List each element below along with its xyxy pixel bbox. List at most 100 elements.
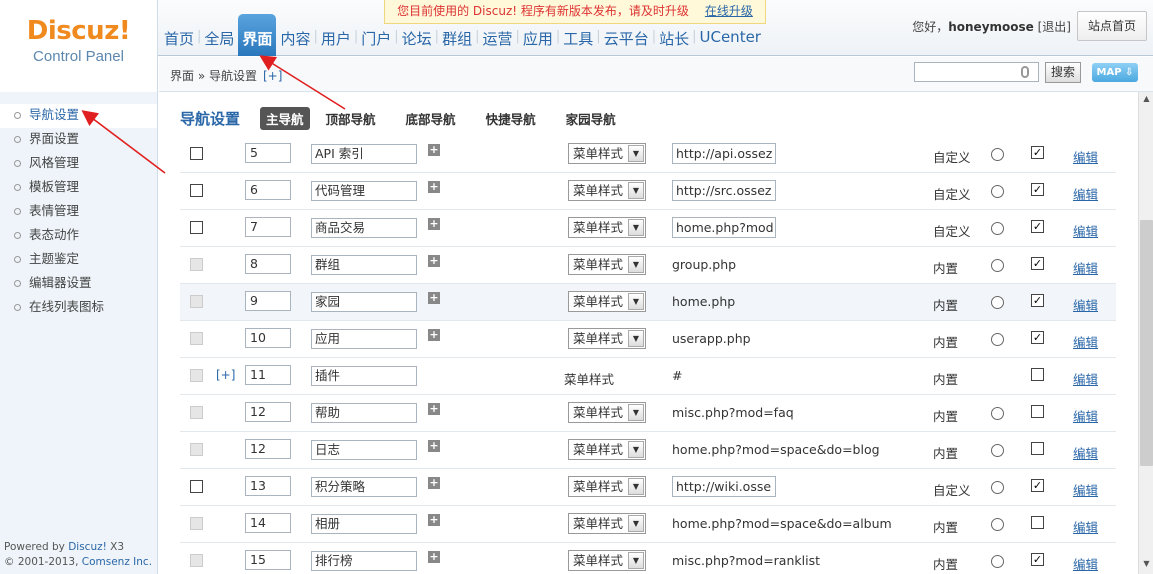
enable-checkbox[interactable]: [1031, 442, 1044, 455]
enable-checkbox[interactable]: ✓: [1031, 553, 1044, 566]
scroll-thumb[interactable]: [1140, 220, 1153, 466]
add-child-icon[interactable]: +: [428, 514, 440, 526]
top-nav-item-1[interactable]: 全局: [202, 20, 236, 56]
style-select[interactable]: 菜单样式 ▼: [568, 217, 646, 238]
edit-link[interactable]: 编辑: [1073, 369, 1098, 388]
edit-link[interactable]: 编辑: [1073, 184, 1098, 203]
default-radio[interactable]: [991, 518, 1004, 531]
edit-link[interactable]: 编辑: [1073, 258, 1098, 277]
default-radio[interactable]: [991, 481, 1004, 494]
sidebar-item-2[interactable]: 风格管理: [0, 152, 157, 176]
style-select[interactable]: 菜单样式 ▼: [568, 550, 646, 571]
enable-checkbox[interactable]: ✓: [1031, 479, 1044, 492]
top-nav-item-5[interactable]: 门户: [359, 20, 393, 56]
top-nav-item-9[interactable]: 应用: [521, 20, 555, 56]
chevron-down-icon[interactable]: ▼: [628, 404, 644, 421]
style-select[interactable]: 菜单样式 ▼: [568, 402, 646, 423]
order-input[interactable]: 15: [245, 550, 291, 570]
name-input[interactable]: 积分策略: [311, 477, 417, 497]
edit-link[interactable]: 编辑: [1073, 480, 1098, 499]
top-nav-item-11[interactable]: 云平台: [602, 20, 651, 56]
style-select[interactable]: 菜单样式 ▼: [568, 180, 646, 201]
top-nav-item-2[interactable]: 界面: [238, 14, 277, 56]
delete-checkbox[interactable]: [190, 147, 203, 160]
add-child-icon[interactable]: +: [428, 255, 440, 267]
enable-checkbox[interactable]: [1031, 516, 1044, 529]
enable-checkbox[interactable]: ✓: [1031, 183, 1044, 196]
top-nav-item-6[interactable]: 论坛: [400, 20, 434, 56]
enable-checkbox[interactable]: ✓: [1031, 294, 1044, 307]
powered-brand[interactable]: Discuz!: [68, 541, 107, 553]
name-input[interactable]: 群组: [311, 255, 417, 275]
order-input[interactable]: 8: [245, 254, 291, 274]
name-input[interactable]: 插件: [311, 366, 417, 386]
tab-1[interactable]: 顶部导航: [320, 107, 382, 130]
top-nav-item-8[interactable]: 运营: [480, 20, 514, 56]
url-input[interactable]: home.php?mod=: [672, 217, 776, 238]
name-input[interactable]: API 索引: [311, 144, 417, 164]
top-nav-item-7[interactable]: 群组: [440, 20, 474, 56]
edit-link[interactable]: 编辑: [1073, 332, 1098, 351]
chevron-down-icon[interactable]: ▼: [628, 552, 644, 569]
sidebar-item-8[interactable]: 在线列表图标: [0, 296, 157, 320]
add-child-icon[interactable]: +: [428, 329, 440, 341]
tab-4[interactable]: 家园导航: [560, 107, 622, 130]
name-input[interactable]: 帮助: [311, 403, 417, 423]
style-select[interactable]: 菜单样式 ▼: [568, 143, 646, 164]
enable-checkbox[interactable]: [1031, 368, 1044, 381]
microphone-icon[interactable]: [1021, 66, 1029, 78]
add-subnav-link[interactable]: [+]: [216, 368, 235, 382]
top-nav-item-12[interactable]: 站长: [657, 20, 691, 56]
add-child-icon[interactable]: +: [428, 403, 440, 415]
order-input[interactable]: 5: [245, 143, 291, 163]
chevron-down-icon[interactable]: ▼: [628, 330, 644, 347]
add-child-icon[interactable]: +: [428, 477, 440, 489]
top-nav-item-4[interactable]: 用户: [319, 20, 353, 56]
chevron-down-icon[interactable]: ▼: [628, 256, 644, 273]
scroll-down-icon[interactable]: ▼: [1139, 559, 1153, 573]
edit-link[interactable]: 编辑: [1073, 443, 1098, 462]
upgrade-link[interactable]: 在线升级: [705, 4, 753, 18]
style-select[interactable]: 菜单样式 ▼: [568, 513, 646, 534]
default-radio[interactable]: [991, 407, 1004, 420]
order-input[interactable]: 6: [245, 180, 291, 200]
default-radio[interactable]: [991, 222, 1004, 235]
order-input[interactable]: 10: [245, 328, 291, 348]
name-input[interactable]: 商品交易: [311, 218, 417, 238]
site-home-button[interactable]: 站点首页: [1077, 11, 1147, 41]
sidebar-item-5[interactable]: 表态动作: [0, 224, 157, 248]
delete-checkbox[interactable]: [190, 480, 203, 493]
tab-3[interactable]: 快捷导航: [480, 107, 542, 130]
add-child-icon[interactable]: +: [428, 440, 440, 452]
add-child-icon[interactable]: +: [428, 551, 440, 563]
order-input[interactable]: 7: [245, 217, 291, 237]
edit-link[interactable]: 编辑: [1073, 517, 1098, 536]
name-input[interactable]: 家园: [311, 292, 417, 312]
order-input[interactable]: 9: [245, 291, 291, 311]
url-input[interactable]: http://src.ossez: [672, 180, 776, 201]
sidebar-item-1[interactable]: 界面设置: [0, 128, 157, 152]
style-select[interactable]: 菜单样式 ▼: [568, 291, 646, 312]
top-nav-item-3[interactable]: 内容: [278, 20, 312, 56]
default-radio[interactable]: [991, 444, 1004, 457]
chevron-down-icon[interactable]: ▼: [628, 478, 644, 495]
order-input[interactable]: 13: [245, 476, 291, 496]
logo[interactable]: Discuz! Control Panel: [0, 0, 158, 92]
default-radio[interactable]: [991, 185, 1004, 198]
edit-link[interactable]: 编辑: [1073, 221, 1098, 240]
name-input[interactable]: 排行榜: [311, 551, 417, 571]
edit-link[interactable]: 编辑: [1073, 406, 1098, 425]
enable-checkbox[interactable]: [1031, 405, 1044, 418]
chevron-down-icon[interactable]: ▼: [628, 182, 644, 199]
top-nav-item-0[interactable]: 首页: [162, 20, 196, 56]
add-child-icon[interactable]: +: [428, 218, 440, 230]
enable-checkbox[interactable]: ✓: [1031, 220, 1044, 233]
default-radio[interactable]: [991, 555, 1004, 568]
chevron-down-icon[interactable]: ▼: [628, 293, 644, 310]
enable-checkbox[interactable]: ✓: [1031, 146, 1044, 159]
scroll-up-icon[interactable]: ▲: [1139, 94, 1153, 108]
url-input[interactable]: http://api.ossez: [672, 143, 776, 164]
style-select[interactable]: 菜单样式 ▼: [568, 328, 646, 349]
sidebar-item-7[interactable]: 编辑器设置: [0, 272, 157, 296]
default-radio[interactable]: [991, 296, 1004, 309]
